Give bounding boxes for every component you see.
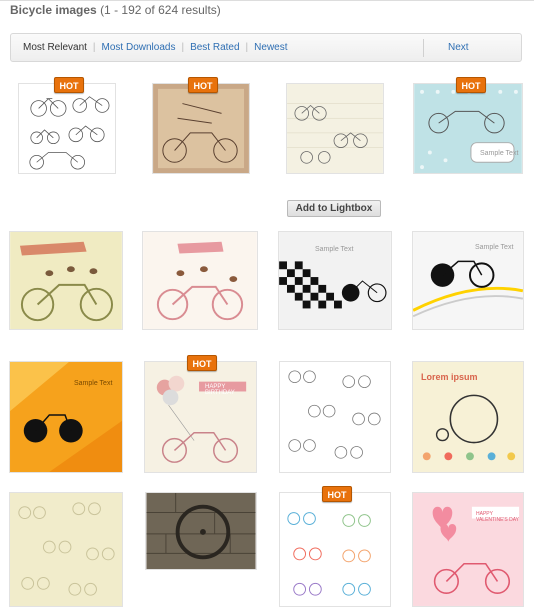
image-thumbnail[interactable] — [279, 492, 391, 607]
image-thumbnail[interactable]: HAPPY VALENTINE'S DAY — [412, 492, 524, 607]
results-header: Bicycle images (1 - 192 of 624 results) — [10, 3, 221, 17]
cream-bicycle-pattern-image — [10, 493, 122, 606]
valentine-label: HAPPY VALENTINE'S DAY — [476, 511, 520, 523]
image-thumbnail[interactable]: Sample Text — [412, 231, 524, 330]
hot-badge: HOT — [456, 77, 486, 93]
vintage-tandem-bicycle-image — [153, 84, 249, 173]
top-divider — [0, 0, 534, 1]
bicycle-notebook-doodle-image — [287, 84, 383, 173]
hot-badge: HOT — [188, 77, 218, 93]
image-thumbnail[interactable]: Sample Text — [413, 83, 523, 174]
hot-badge: HOT — [54, 77, 84, 93]
hot-badge: HOT — [187, 355, 217, 371]
image-thumbnail[interactable] — [9, 492, 123, 607]
sort-most-downloads[interactable]: Most Downloads — [96, 42, 182, 53]
image-thumbnail[interactable] — [142, 231, 258, 330]
sort-best-rated[interactable]: Best Rated — [184, 42, 245, 53]
image-thumbnail[interactable]: Lorem ipsum — [412, 361, 524, 473]
add-to-lightbox-button[interactable]: Add to Lightbox — [287, 200, 381, 217]
image-thumbnail[interactable] — [279, 361, 391, 473]
tandem-bicycle-polka-dot-image — [414, 84, 522, 173]
bicycle-pattern-image — [280, 362, 390, 472]
valentine-hearts-bicycle-image — [413, 493, 523, 606]
image-thumbnail[interactable] — [286, 83, 384, 174]
pink-bicycle-birds-image — [143, 232, 257, 329]
colorful-bicycle-collection-image — [280, 493, 390, 606]
birthday-label: HAPPY BIRTHDAY — [205, 384, 235, 396]
hot-badge: HOT — [322, 486, 352, 502]
page-title: Bicycle images — [10, 3, 97, 17]
sample-text-label: Sample Text — [475, 244, 514, 251]
image-thumbnail[interactable]: Sample Text — [278, 231, 392, 330]
image-thumbnail[interactable] — [152, 83, 250, 174]
sort-most-relevant[interactable]: Most Relevant — [11, 42, 93, 53]
wheel-on-stone-wall-image — [146, 493, 256, 569]
balloons-bicycle-image — [145, 362, 256, 472]
lorem-ipsum-label: Lorem ipsum — [421, 372, 478, 382]
sort-bar: Most Relevant | Most Downloads | Best Ra… — [10, 33, 522, 62]
results-count: (1 - 192 of 624 results) — [100, 3, 221, 17]
retro-bicycle-birds-image — [10, 232, 122, 329]
image-thumbnail[interactable] — [18, 83, 116, 174]
next-page-link[interactable]: Next — [448, 42, 469, 53]
bicycle-sketch-collection-image — [19, 84, 115, 173]
image-thumbnail[interactable] — [145, 492, 257, 570]
sample-text-label: Sample Text — [480, 150, 519, 157]
sample-text-label: Sample Text — [74, 380, 113, 387]
image-thumbnail[interactable]: Sample Text — [9, 361, 123, 473]
image-thumbnail[interactable]: HAPPY BIRTHDAY — [144, 361, 257, 473]
sample-text-label: Sample Text — [315, 246, 354, 253]
image-thumbnail[interactable] — [9, 231, 123, 330]
sunburst-bicycle-image — [10, 362, 122, 472]
sort-newest[interactable]: Newest — [248, 42, 293, 53]
